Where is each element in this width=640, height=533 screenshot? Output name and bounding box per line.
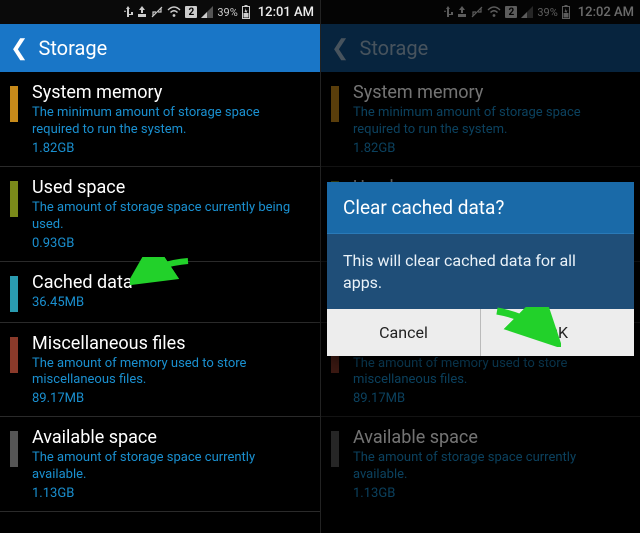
- item-desc: The minimum amount of storage space requ…: [32, 105, 308, 139]
- item-size: 1.13GB: [353, 486, 628, 501]
- color-chip: [10, 337, 18, 373]
- usb-icon: [123, 6, 133, 18]
- upload-icon: [137, 6, 147, 18]
- color-chip: [331, 431, 339, 467]
- battery-percent: 39%: [217, 6, 237, 19]
- status-bar: 2 39% 12:01 AM: [0, 0, 320, 24]
- battery-icon: [242, 5, 250, 19]
- screen-storage-dialog: 2 39% 12:02 AM ❮ Storage System memory T…: [320, 0, 640, 533]
- item-size: 36.45MB: [32, 295, 308, 310]
- color-chip: [10, 276, 18, 312]
- upload-icon: [457, 6, 467, 18]
- no-sim-icon: [471, 6, 483, 18]
- page-title: Storage: [38, 36, 107, 60]
- color-chip: [10, 431, 18, 467]
- screen-storage: 2 39% 12:01 AM ❮ Storage System memory T…: [0, 0, 320, 533]
- signal-icon: [521, 6, 533, 18]
- header-bar: ❮ Storage: [0, 24, 320, 72]
- clock: 12:01 AM: [258, 5, 314, 20]
- item-size: 1.13GB: [32, 486, 308, 501]
- color-chip: [331, 86, 339, 122]
- dialog-body: This will clear cached data for all apps…: [327, 233, 634, 309]
- header-bar: ❮ Storage: [321, 24, 640, 72]
- item-system-memory: System memory The minimum amount of stor…: [321, 72, 640, 167]
- battery-percent: 39%: [537, 6, 557, 19]
- item-size: 1.82GB: [32, 141, 308, 156]
- usb-icon: [443, 6, 453, 18]
- dialog-title: Clear cached data?: [327, 182, 634, 233]
- item-desc: The amount of storage space currently be…: [32, 200, 308, 234]
- item-title: System memory: [32, 82, 308, 103]
- item-system-memory[interactable]: System memory The minimum amount of stor…: [0, 72, 320, 167]
- item-size: 1.82GB: [353, 141, 628, 156]
- cancel-button[interactable]: Cancel: [327, 309, 480, 356]
- storage-list: System memory The minimum amount of stor…: [0, 72, 320, 512]
- item-desc: The amount of memory used to store misce…: [353, 356, 628, 390]
- item-size: 89.17MB: [32, 391, 308, 406]
- item-title: Available space: [353, 427, 628, 448]
- item-title: Cached data: [32, 272, 308, 293]
- dialog-actions: Cancel OK: [327, 309, 634, 356]
- wifi-icon: [167, 6, 181, 18]
- item-misc-files[interactable]: Miscellaneous files The amount of memory…: [0, 323, 320, 418]
- item-available-space[interactable]: Available space The amount of storage sp…: [0, 417, 320, 512]
- item-available-space: Available space The amount of storage sp…: [321, 417, 640, 511]
- item-cached-data[interactable]: Cached data 36.45MB: [0, 262, 320, 323]
- status-bar: 2 39% 12:02 AM: [321, 0, 640, 24]
- color-chip: [10, 86, 18, 122]
- page-title: Storage: [359, 36, 428, 60]
- item-desc: The amount of storage space currently av…: [32, 450, 308, 484]
- item-used-space[interactable]: Used space The amount of storage space c…: [0, 167, 320, 262]
- wifi-icon: [487, 6, 501, 18]
- clock: 12:02 AM: [578, 5, 634, 20]
- item-title: Miscellaneous files: [32, 333, 308, 354]
- sim-badge: 2: [185, 6, 197, 18]
- item-desc: The minimum amount of storage space requ…: [353, 105, 628, 139]
- dialog-clear-cache: Clear cached data? This will clear cache…: [327, 182, 634, 356]
- battery-icon: [562, 5, 570, 19]
- back-icon: ❮: [331, 36, 349, 61]
- no-sim-icon: [151, 6, 163, 18]
- item-size: 0.93GB: [32, 236, 308, 251]
- item-title: Used space: [32, 177, 308, 198]
- item-title: Available space: [32, 427, 308, 448]
- item-desc: The amount of memory used to store misce…: [32, 356, 308, 390]
- item-size: 89.17MB: [353, 391, 628, 406]
- signal-icon: [201, 6, 213, 18]
- back-icon[interactable]: ❮: [10, 36, 28, 61]
- item-title: System memory: [353, 82, 628, 103]
- item-desc: The amount of storage space currently av…: [353, 450, 628, 484]
- color-chip: [10, 181, 18, 217]
- sim-badge: 2: [505, 6, 517, 18]
- ok-button[interactable]: OK: [480, 309, 634, 356]
